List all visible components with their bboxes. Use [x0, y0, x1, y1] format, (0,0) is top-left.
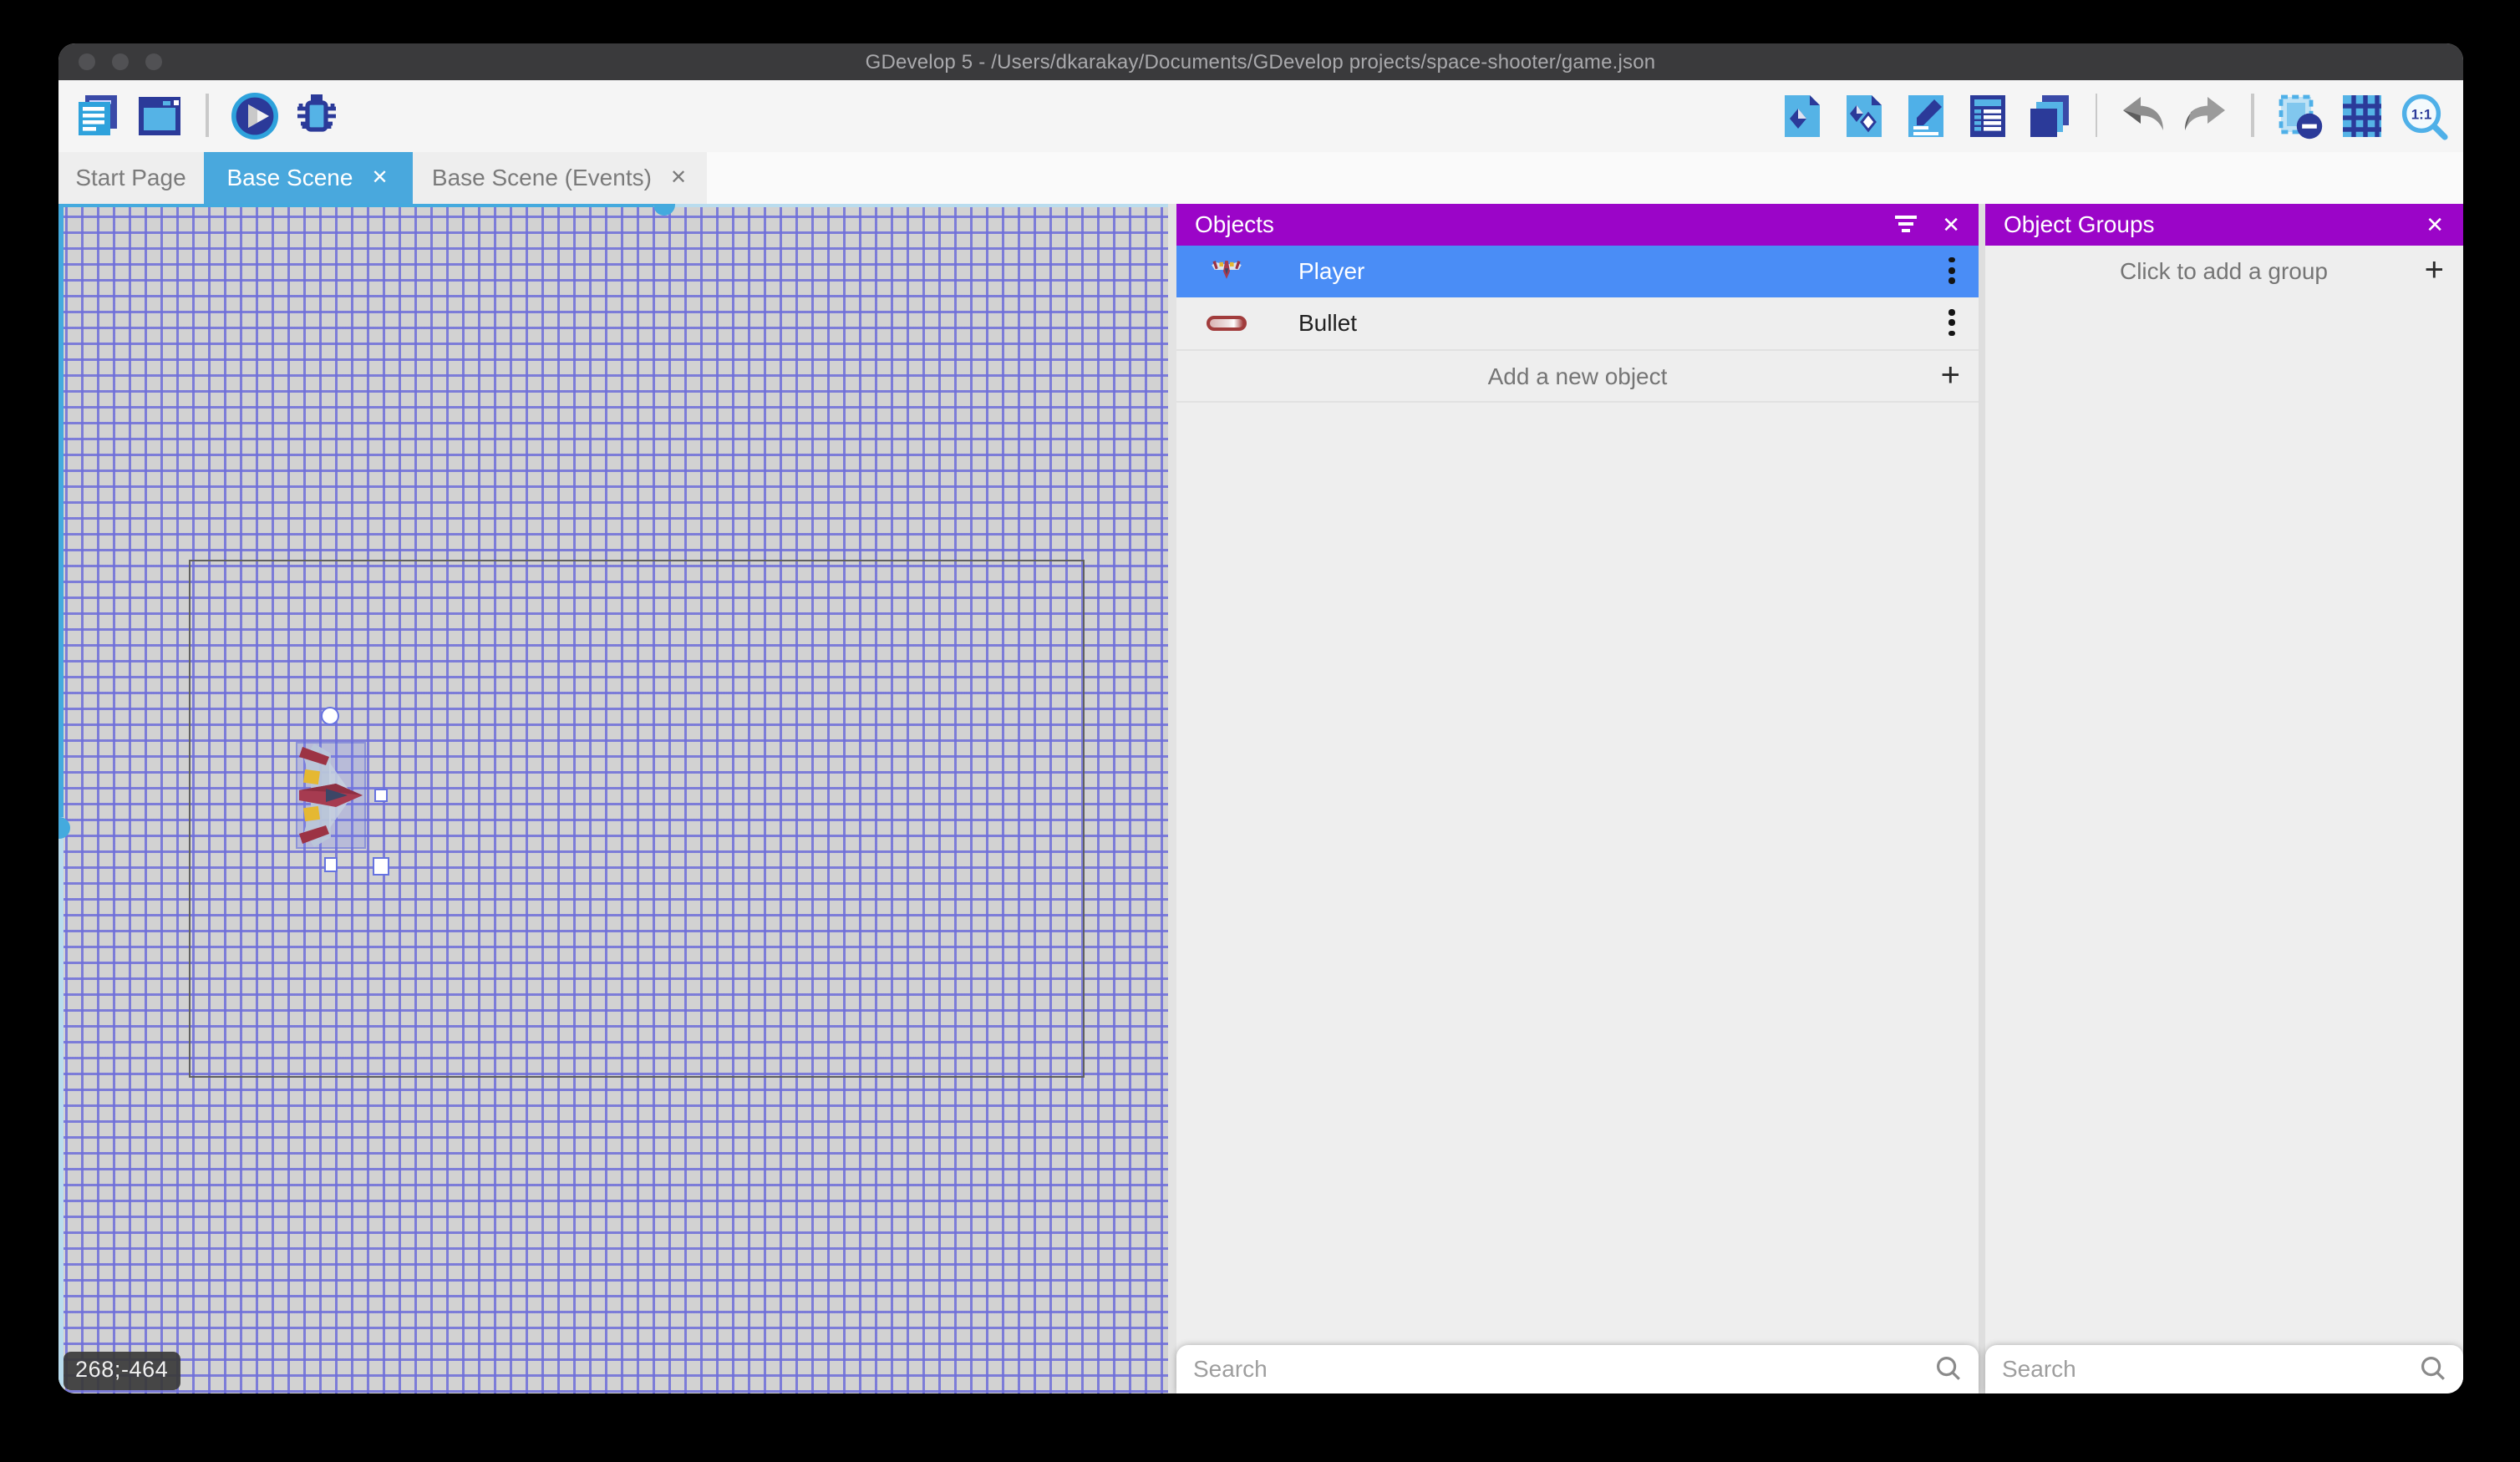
- rotate-handle[interactable]: [320, 707, 338, 725]
- bullet-thumbnail: [1207, 316, 1247, 331]
- add-group-label: Click to add a group: [2120, 257, 2328, 284]
- add-group-button[interactable]: Click to add a group +: [1985, 245, 2462, 297]
- traffic-lights: [79, 53, 162, 70]
- object-groups-panel: Object Groups ✕ Click to add a group +: [1985, 203, 2462, 1393]
- add-new-object-label: Add a new object: [1488, 362, 1668, 388]
- project-manager-icon[interactable]: [74, 91, 122, 140]
- add-new-object-button[interactable]: Add a new object +: [1176, 350, 1979, 402]
- objects-panel-title: Objects: [1195, 211, 1274, 237]
- instances-list-icon[interactable]: [1963, 91, 2011, 140]
- objects-editor-icon[interactable]: [1777, 91, 1826, 140]
- preview-play-icon[interactable]: [230, 91, 278, 140]
- close-icon[interactable]: ✕: [2426, 213, 2444, 235]
- svg-text:1:1: 1:1: [2411, 106, 2431, 122]
- tab-label: Base Scene: [226, 164, 353, 190]
- plus-icon: +: [2425, 254, 2444, 287]
- close-icon[interactable]: ✕: [1942, 213, 1960, 235]
- filter-icon[interactable]: [1895, 216, 1917, 232]
- objects-search-input[interactable]: [1193, 1355, 1935, 1382]
- scene-editor-window-icon[interactable]: [135, 91, 184, 140]
- tab-label: Base Scene (Events): [432, 164, 652, 190]
- properties-icon[interactable]: [1901, 91, 1949, 140]
- object-name: Player: [1298, 257, 1364, 284]
- plus-icon: +: [1941, 358, 1960, 392]
- search-icon[interactable]: [1935, 1355, 1962, 1382]
- toolbar: 1:1: [58, 79, 2462, 151]
- groups-panel-title: Object Groups: [2004, 211, 2155, 237]
- tab-close-icon[interactable]: ✕: [371, 167, 388, 187]
- main-area: 268;-464 Objects ✕: [58, 203, 2462, 1393]
- toggle-instances-mask-icon[interactable]: [2275, 91, 2324, 140]
- gdevelop-window: GDevelop 5 - /Users/dkarakay/Documents/G…: [58, 43, 2462, 1393]
- toggle-grid-icon[interactable]: [2337, 91, 2385, 140]
- object-row-player[interactable]: Player: [1176, 245, 1979, 297]
- debugger-bug-icon[interactable]: [292, 91, 340, 140]
- redo-icon[interactable]: [2181, 91, 2229, 140]
- scene-canvas[interactable]: 268;-464: [58, 203, 1168, 1393]
- panels-divider: [1979, 203, 1985, 1393]
- minimize-window-button[interactable]: [112, 53, 129, 70]
- resize-handle-right[interactable]: [373, 788, 388, 802]
- groups-search-input[interactable]: [2002, 1355, 2419, 1382]
- objects-search-bar: [1176, 1344, 1979, 1393]
- toolbar-divider: [206, 94, 208, 137]
- tab-base-scene-events[interactable]: Base Scene (Events) ✕: [412, 151, 707, 203]
- objects-header-actions: ✕: [1895, 213, 1960, 235]
- object-menu-kebab-icon[interactable]: [1949, 310, 1955, 337]
- object-row-bullet[interactable]: Bullet: [1176, 297, 1979, 350]
- zoom-window-button[interactable]: [145, 53, 162, 70]
- player-instance-sprite[interactable]: [295, 742, 365, 849]
- resize-handle-bottom[interactable]: [323, 857, 338, 871]
- tab-bar: Start Page Base Scene ✕ Base Scene (Even…: [58, 151, 2462, 203]
- undo-icon[interactable]: [2119, 91, 2167, 140]
- player-thumbnail: [1207, 255, 1247, 287]
- toolbar-right-group: 1:1: [1777, 91, 2447, 140]
- object-name: Bullet: [1298, 310, 1357, 337]
- toolbar-left-group: [74, 91, 340, 140]
- tab-base-scene[interactable]: Base Scene ✕: [203, 151, 412, 203]
- groups-search-bar: [1985, 1344, 2462, 1393]
- toolbar-divider: [2095, 94, 2097, 137]
- tab-start-page[interactable]: Start Page: [58, 151, 203, 203]
- toolbar-divider: [2251, 94, 2253, 137]
- search-icon[interactable]: [2419, 1355, 2446, 1382]
- objects-panel-header: Objects ✕: [1176, 203, 1979, 245]
- zoom-1-1-icon[interactable]: 1:1: [2399, 91, 2447, 140]
- vertical-scroll-fill: [58, 203, 63, 816]
- layers-icon[interactable]: [2025, 91, 2073, 140]
- groups-panel-empty-space: [1985, 297, 2462, 1344]
- groups-panel-header: Object Groups ✕: [1985, 203, 2462, 245]
- horizontal-scroll-thumb[interactable]: [653, 203, 675, 215]
- window-title: GDevelop 5 - /Users/dkarakay/Documents/G…: [866, 50, 1656, 74]
- object-menu-kebab-icon[interactable]: [1949, 257, 1955, 284]
- tab-bar-empty-space: [707, 151, 2462, 203]
- objects-panel: Objects ✕: [1176, 203, 1979, 1393]
- close-window-button[interactable]: [79, 53, 95, 70]
- resize-handle-corner[interactable]: [372, 856, 389, 875]
- object-groups-editor-icon[interactable]: [1839, 91, 1887, 140]
- horizontal-scroll-fill: [58, 203, 653, 207]
- cursor-coordinates-badge: 268;-464: [64, 1351, 180, 1389]
- objects-panel-empty-space: [1176, 402, 1979, 1344]
- titlebar: GDevelop 5 - /Users/dkarakay/Documents/G…: [58, 43, 2462, 79]
- vertical-scroll-thumb[interactable]: [58, 816, 70, 838]
- screen: GDevelop 5 - /Users/dkarakay/Documents/G…: [0, 0, 2520, 1462]
- tab-label: Start Page: [75, 164, 185, 190]
- tab-close-icon[interactable]: ✕: [670, 167, 687, 187]
- canvas-panel-divider: [1168, 203, 1176, 1393]
